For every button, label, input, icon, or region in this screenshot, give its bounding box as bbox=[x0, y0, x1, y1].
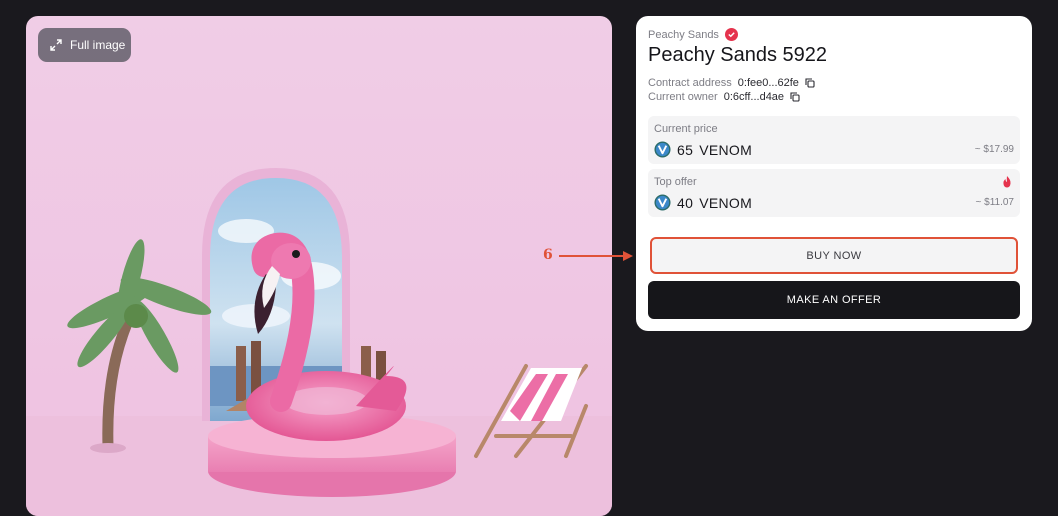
full-image-button[interactable]: Full image bbox=[38, 28, 131, 62]
top-offer-box: Top offer 40 VENOM ~ $11.07 bbox=[648, 169, 1020, 217]
nft-title: Peachy Sands 5922 bbox=[648, 44, 828, 66]
current-price-amount: 65 VENOM bbox=[654, 141, 752, 158]
venom-logo-icon bbox=[654, 194, 671, 211]
contract-address-value[interactable]: 0:fee0...62fe bbox=[738, 77, 799, 89]
copy-icon[interactable] bbox=[790, 92, 800, 102]
collection-link[interactable]: Peachy Sands bbox=[648, 28, 738, 41]
full-image-label: Full image bbox=[70, 38, 126, 52]
current-price-usd: ~ $17.99 bbox=[974, 144, 1014, 155]
top-offer-usd: ~ $11.07 bbox=[975, 197, 1014, 208]
annotation-number: 6 bbox=[543, 247, 553, 263]
expand-icon bbox=[50, 39, 62, 51]
current-price-value: 65 bbox=[677, 141, 694, 158]
fire-icon bbox=[1003, 176, 1011, 188]
top-offer-label: Top offer bbox=[654, 176, 697, 188]
nft-image-card: Full image bbox=[26, 16, 612, 516]
current-owner-value[interactable]: 0:6cff...d4ae bbox=[724, 91, 784, 103]
nft-artwork bbox=[26, 168, 612, 516]
current-price-box: Current price 65 VENOM ~ $17.99 bbox=[648, 116, 1020, 164]
top-offer-amount: 40 VENOM bbox=[654, 194, 752, 211]
current-owner-label: Current owner bbox=[648, 91, 718, 103]
verified-badge-icon bbox=[724, 28, 738, 41]
top-offer-currency: VENOM bbox=[699, 194, 753, 211]
current-price-label: Current price bbox=[654, 123, 718, 135]
current-owner-row: Current owner 0:6cff...d4ae bbox=[648, 91, 800, 103]
venom-logo-icon bbox=[654, 141, 671, 158]
buy-now-button[interactable]: BUY NOW bbox=[650, 237, 1018, 274]
collection-name[interactable]: Peachy Sands bbox=[648, 29, 719, 41]
make-offer-button[interactable]: MAKE AN OFFER bbox=[648, 281, 1020, 319]
current-price-currency: VENOM bbox=[699, 141, 753, 158]
copy-icon[interactable] bbox=[805, 78, 815, 88]
top-offer-value: 40 bbox=[677, 194, 694, 211]
contract-address-label: Contract address bbox=[648, 77, 732, 89]
annotation-arrow-icon bbox=[559, 251, 633, 261]
nft-detail-card: Peachy Sands Peachy Sands 5922 Contract … bbox=[636, 16, 1032, 331]
contract-address-row: Contract address 0:fee0...62fe bbox=[648, 77, 815, 89]
